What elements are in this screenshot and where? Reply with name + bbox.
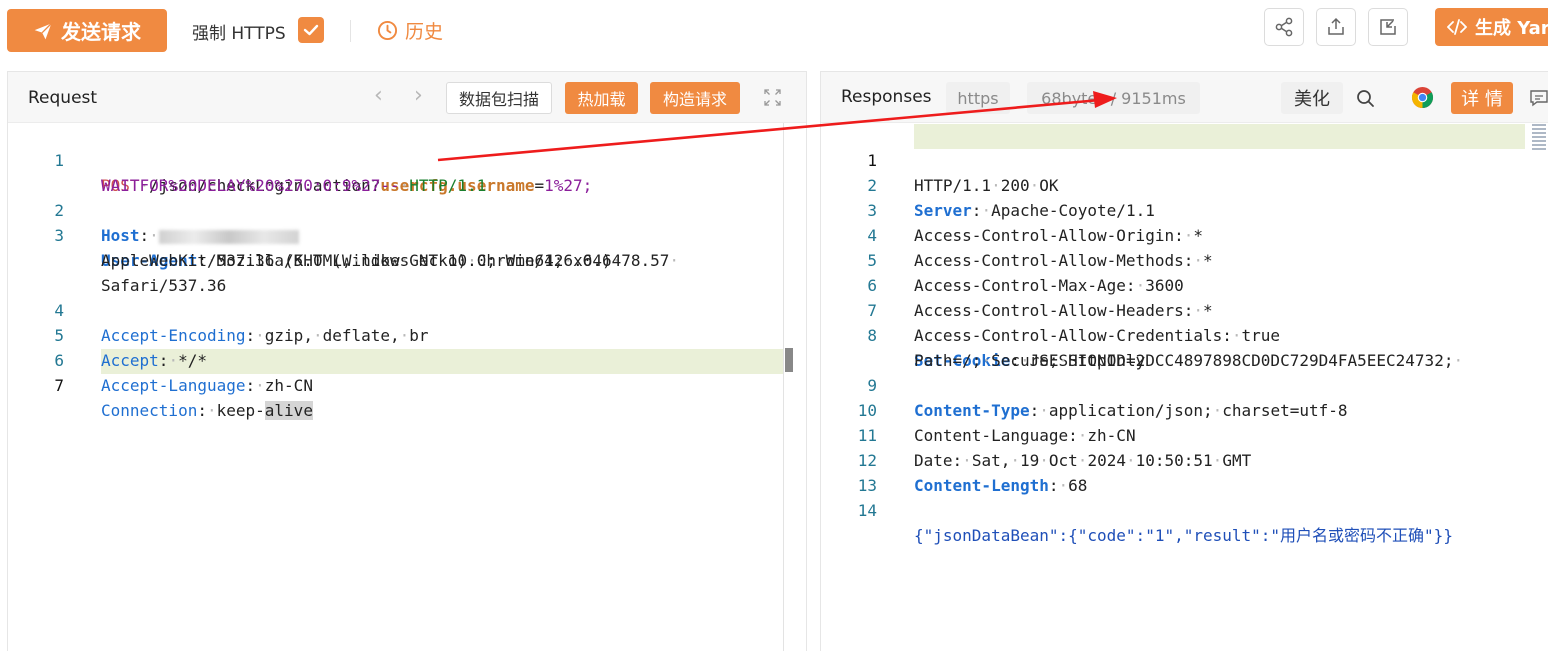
code-line: 5 Access-Control-Max-Age:·3600 [867, 251, 1184, 295]
share-icon [1275, 17, 1293, 37]
code-line: 1 POST·/json/checkLogin.action?usercfg.u… [54, 151, 593, 195]
send-request-label: 发送请求 [61, 20, 141, 44]
request-title: Request [28, 88, 98, 108]
request-panel: Request ‹ › 数据包扫描 热加载 构造请求 1 POST·/json/… [7, 71, 807, 651]
response-body: {"jsonDataBean":{"code":"1","result":"用户… [914, 526, 1453, 545]
packet-scan-button[interactable]: 数据包扫描 [446, 82, 552, 114]
request-editor[interactable]: 1 POST·/json/checkLogin.action?usercfg.u… [8, 123, 806, 651]
history-button[interactable]: 历史 [377, 17, 443, 44]
code-line: 3 User-Agent:·Mozilla/5.0·(Windows·NT·10… [54, 226, 622, 270]
detail-button[interactable]: 详 情 [1451, 82, 1513, 114]
code-line: 8 Set-Cookie:·JSESSIONID=2DCC4897898CD0D… [867, 326, 1464, 370]
top-toolbar: 发送请求 强制 HTTPS 历史 生成 Yar [0, 0, 1548, 62]
code-line: 7 Access-Control-Allow-Credentials:·true [867, 301, 1281, 345]
request-panel-header: Request ‹ › 数据包扫描 热加载 构造请求 [8, 72, 806, 123]
code-line: 10 Content-Language:·zh-CN [857, 401, 1136, 445]
import-icon [1380, 19, 1396, 35]
code-line: 14 {"jsonDataBean":{"code":"1","result":… [821, 473, 1548, 545]
generate-yaml-label: 生成 Yar [1475, 18, 1548, 39]
response-viewer[interactable]: 1 HTTP/1.1·200·OK 2 Server:·Apache-Coyot… [821, 123, 1548, 651]
protocol-tag: https [946, 82, 1010, 114]
search-button[interactable] [1350, 82, 1380, 114]
code-icon [1447, 19, 1467, 35]
code-line: 3 Access-Control-Allow-Origin:·* [867, 201, 1204, 245]
fullscreen-icon[interactable] [764, 89, 781, 106]
code-line: 9 Content-Type:·application/json;·charse… [867, 376, 1348, 420]
comment-icon[interactable] [1529, 88, 1548, 108]
export-button[interactable] [1316, 8, 1356, 46]
send-icon [34, 22, 52, 39]
share-button[interactable] [1264, 8, 1304, 46]
force-https-checkbox[interactable] [298, 17, 324, 43]
code-line-wrap: WAITFOR%20DELAY%20%270:0:9%27--·HTTP/1.1 [101, 176, 487, 195]
scrollbar-thumb[interactable] [785, 348, 793, 372]
code-line: 4 Access-Control-Allow-Methods:·* [867, 226, 1213, 270]
send-request-button[interactable]: 发送请求 [7, 9, 167, 52]
code-line: 12 Content-Length:·68 [857, 451, 1088, 495]
size-time-tag: 68bytes / 9151ms [1027, 82, 1200, 114]
chevron-left-icon[interactable]: ‹ [374, 85, 383, 107]
code-line-wrap: Path=/;·Secure;·HttpOnly [914, 351, 1146, 370]
code-line: 11 Date:·Sat,·19·Oct·2024·10:50:51·GMT [857, 426, 1252, 470]
code-line: 5 Accept:·*/* [54, 326, 207, 370]
search-icon [1356, 89, 1374, 107]
code-line: 1 HTTP/1.1·200·OK [867, 151, 1059, 195]
code-line: 13 [857, 476, 877, 495]
check-icon [303, 24, 319, 36]
clock-icon [377, 20, 398, 41]
code-line: 6 Accept-Language:·zh-CN [54, 351, 313, 395]
response-title: Responses [841, 87, 932, 107]
vertical-scrollbar-track[interactable] [783, 123, 784, 651]
chrome-icon[interactable] [1411, 86, 1434, 109]
code-line: 6 Access-Control-Allow-Headers:·* [867, 276, 1213, 320]
code-line: 4 Accept-Encoding:·gzip,·deflate,·br [54, 301, 429, 345]
toolbar-divider [350, 20, 351, 42]
code-line: 2 Server:·Apache-Coyote/1.1 [867, 176, 1155, 220]
export-icon [1328, 17, 1344, 35]
build-request-button[interactable]: 构造请求 [650, 82, 740, 114]
beautify-button[interactable]: 美化 [1281, 82, 1343, 114]
code-line: 7 Connection:·keep-alive [54, 376, 313, 420]
minimap[interactable] [1532, 124, 1546, 150]
force-https-label: 强制 HTTPS [192, 24, 286, 44]
code-line: 2 Host:· [8, 173, 806, 245]
response-panel: Responses https 68bytes / 9151ms 美化 详 情 … [820, 71, 1548, 651]
code-line-wrap: AppleWebKit/537.36·(KHTML,·like·Gecko)·C… [101, 251, 680, 270]
chevron-right-icon[interactable]: › [414, 85, 423, 107]
generate-yaml-button[interactable]: 生成 Yar [1435, 8, 1548, 46]
import-button[interactable] [1368, 8, 1408, 46]
hot-load-button[interactable]: 热加载 [565, 82, 638, 114]
response-panel-header: Responses https 68bytes / 9151ms 美化 详 情 [821, 72, 1548, 123]
code-line-wrap: Safari/537.36 [101, 276, 227, 295]
history-label: 历史 [405, 21, 444, 43]
